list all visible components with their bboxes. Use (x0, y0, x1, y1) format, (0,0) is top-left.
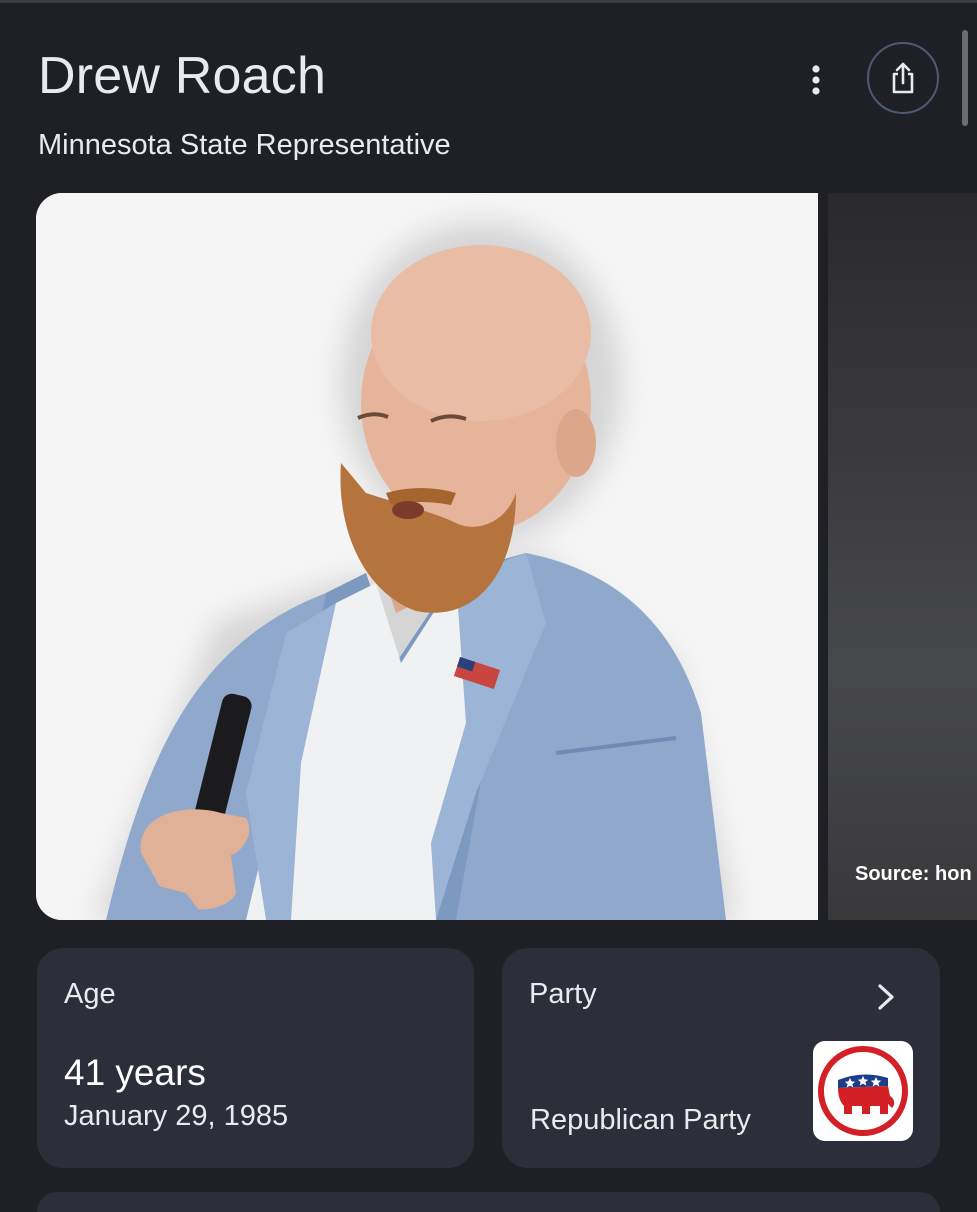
age-value: 41 years (64, 1052, 206, 1093)
party-label: Party (529, 978, 597, 1010)
scrollbar-thumb[interactable] (962, 30, 968, 126)
party-card[interactable]: Party Republican Party (502, 948, 940, 1168)
age-card: Age 41 years January 29, 1985 (37, 948, 474, 1168)
page-title: Drew Roach (38, 47, 327, 105)
more-options-button[interactable] (796, 60, 836, 100)
republican-elephant-logo (818, 1046, 908, 1136)
secondary-photo[interactable]: Source: hon (828, 193, 977, 920)
next-card-edge (37, 1192, 940, 1212)
top-border (0, 0, 977, 3)
birth-date: January 29, 1985 (64, 1100, 289, 1132)
share-button[interactable] (867, 42, 939, 114)
party-value: Republican Party (530, 1104, 751, 1136)
age-label: Age (64, 978, 116, 1010)
share-icon (892, 62, 914, 94)
page-subtitle: Minnesota State Representative (38, 129, 451, 161)
main-photo[interactable] (36, 193, 818, 920)
more-vert-icon (812, 65, 820, 95)
portrait-illustration (36, 193, 818, 920)
party-logo[interactable] (813, 1041, 913, 1141)
source-caption: Source: hon (855, 863, 972, 885)
chevron-right-icon (878, 984, 894, 1010)
